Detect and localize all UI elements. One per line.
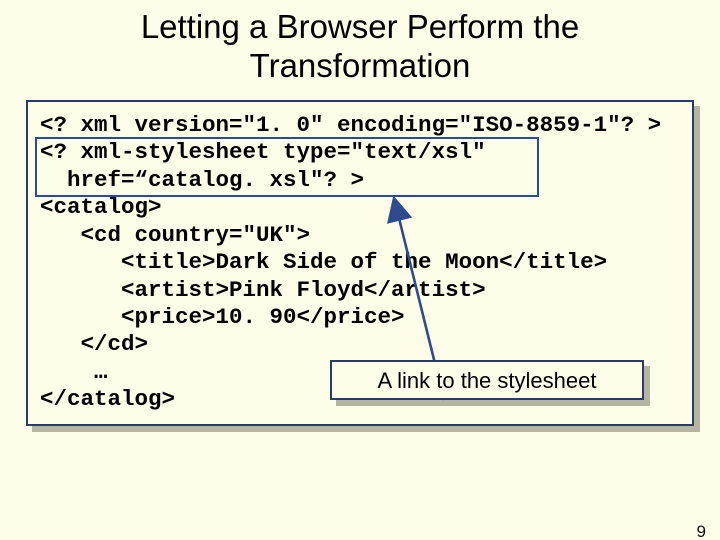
code-line-11: </catalog> bbox=[40, 386, 175, 412]
callout-text: A link to the stylesheet bbox=[378, 368, 597, 393]
code-line-2: <? xml-stylesheet type="text/xsl" bbox=[40, 139, 486, 165]
code-line-5: <cd country="UK"> bbox=[40, 222, 310, 248]
code-line-10: … bbox=[40, 359, 108, 385]
code-container: <? xml version="1. 0" encoding="ISO-8859… bbox=[26, 100, 694, 426]
code-line-3: href=“catalog. xsl"? > bbox=[40, 167, 364, 193]
code-line-7: <artist>Pink Floyd</artist> bbox=[40, 277, 486, 303]
code-line-4: <catalog> bbox=[40, 194, 162, 220]
slide-title: Letting a Browser Perform the Transforma… bbox=[40, 8, 680, 86]
page-number: 9 bbox=[697, 522, 706, 540]
code-line-6: <title>Dark Side of the Moon</title> bbox=[40, 249, 607, 275]
code-line-8: <price>10. 90</price> bbox=[40, 304, 405, 330]
code-line-1: <? xml version="1. 0" encoding="ISO-8859… bbox=[40, 112, 661, 138]
callout-box: A link to the stylesheet bbox=[330, 360, 644, 400]
code-line-9: </cd> bbox=[40, 331, 148, 357]
